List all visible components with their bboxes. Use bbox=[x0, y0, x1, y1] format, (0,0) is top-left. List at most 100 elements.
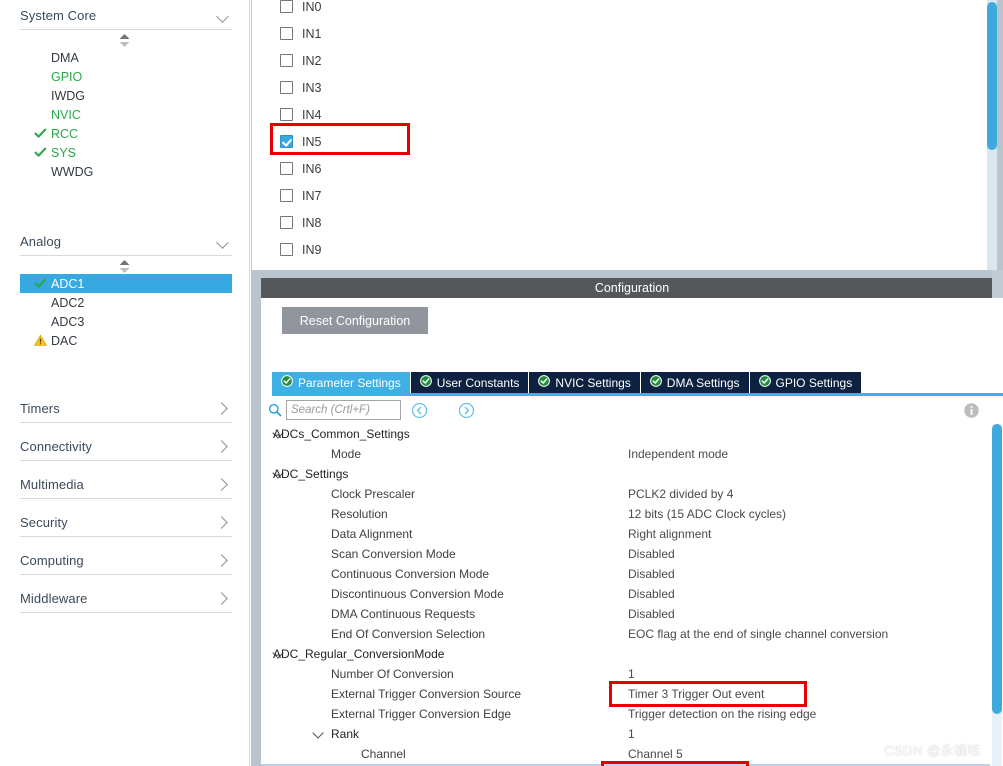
tree-param-row[interactable]: External Trigger Conversion Source Timer … bbox=[261, 684, 990, 704]
channel-scrollbar-thumb[interactable] bbox=[987, 2, 997, 150]
sidebar-item-dac[interactable]: DAC bbox=[20, 331, 232, 350]
parameter-value[interactable]: Timer 3 Trigger Out event bbox=[628, 687, 764, 701]
sidebar-category-security[interactable]: Security bbox=[20, 509, 232, 537]
sidebar-category-multimedia[interactable]: Multimedia bbox=[20, 471, 232, 499]
tree-param-row[interactable]: Channel Channel 5 bbox=[261, 744, 990, 764]
chevron-right-circle-icon[interactable] bbox=[458, 402, 475, 419]
tree-group-row[interactable]: ADCs_Common_Settings bbox=[261, 424, 990, 444]
checkbox-icon[interactable] bbox=[280, 243, 293, 256]
parameter-value[interactable]: 12 bits (15 ADC Clock cycles) bbox=[628, 507, 786, 521]
chevron-down-icon[interactable] bbox=[313, 728, 325, 740]
parameter-value[interactable]: EOC flag at the end of single channel co… bbox=[628, 627, 888, 641]
tree-param-row[interactable]: External Trigger Conversion Edge Trigger … bbox=[261, 704, 990, 724]
category-title: Security bbox=[20, 515, 68, 530]
tree-param-row[interactable]: Data Alignment Right alignment bbox=[261, 524, 990, 544]
sidebar-item-wwdg[interactable]: WWDG bbox=[20, 162, 232, 181]
parameter-value[interactable]: Disabled bbox=[628, 587, 675, 601]
channel-row-in5[interactable]: IN5 bbox=[280, 128, 321, 155]
tree-param-row[interactable]: Number Of Conversion 1 bbox=[261, 664, 990, 684]
checkbox-icon[interactable] bbox=[280, 54, 293, 67]
tab-nvic-settings[interactable]: NVIC Settings bbox=[529, 372, 641, 393]
sidebar-item-adc3[interactable]: ADC3 bbox=[20, 312, 232, 331]
sidebar-category-connectivity[interactable]: Connectivity bbox=[20, 433, 232, 461]
sidebar-category-timers[interactable]: Timers bbox=[20, 395, 232, 423]
channel-label: IN9 bbox=[302, 242, 322, 257]
channel-row-in9[interactable]: IN9 bbox=[280, 236, 321, 263]
channel-row-in7[interactable]: IN7 bbox=[280, 182, 321, 209]
category-header[interactable]: Middleware bbox=[20, 585, 232, 613]
tree-param-row[interactable]: Scan Conversion Mode Disabled bbox=[261, 544, 990, 564]
tree-param-row[interactable]: DMA Continuous Requests Disabled bbox=[261, 604, 990, 624]
info-circle-icon[interactable] bbox=[963, 402, 980, 419]
parameter-value[interactable]: Trigger detection on the rising edge bbox=[628, 707, 816, 721]
parameter-value[interactable]: 1 bbox=[628, 667, 635, 681]
tree-group-row[interactable]: Rank 1 bbox=[261, 724, 990, 744]
parameter-value[interactable]: PCLK2 divided by 4 bbox=[628, 487, 733, 501]
category-header[interactable]: Analog bbox=[20, 228, 232, 256]
tree-param-row[interactable]: End Of Conversion Selection EOC flag at t… bbox=[261, 624, 990, 644]
tree-param-row[interactable]: Discontinuous Conversion Mode Disabled bbox=[261, 584, 990, 604]
checkbox-icon[interactable] bbox=[280, 108, 293, 121]
channel-row-in4[interactable]: IN4 bbox=[280, 101, 321, 128]
scroll-spinner[interactable] bbox=[119, 260, 133, 273]
parameter-value[interactable]: Disabled bbox=[628, 567, 675, 581]
search-input[interactable] bbox=[286, 400, 401, 420]
tree-param-row[interactable]: Resolution 12 bits (15 ADC Clock cycles) bbox=[261, 504, 990, 524]
sidebar-item-gpio[interactable]: GPIO bbox=[20, 67, 232, 86]
checkbox-icon[interactable] bbox=[280, 189, 293, 202]
search-row bbox=[261, 398, 1003, 424]
channel-row-in1[interactable]: IN1 bbox=[280, 20, 321, 47]
tab-gpio-settings[interactable]: GPIO Settings bbox=[749, 372, 863, 393]
tab-dma-settings[interactable]: DMA Settings bbox=[640, 372, 750, 393]
chevron-right-icon bbox=[216, 592, 230, 606]
configuration-body: Reset Configuration Parameter Settings Us… bbox=[261, 298, 1003, 766]
peripheral-label: ADC3 bbox=[51, 314, 85, 329]
reset-configuration-button[interactable]: Reset Configuration bbox=[282, 307, 428, 334]
sidebar-category-analog[interactable]: Analog bbox=[20, 228, 232, 256]
parameter-value[interactable]: Channel 5 bbox=[628, 747, 683, 761]
sidebar-item-nvic[interactable]: NVIC bbox=[20, 105, 232, 124]
category-header[interactable]: Timers bbox=[20, 395, 232, 423]
tab-user-constants[interactable]: User Constants bbox=[410, 372, 530, 393]
sidebar-item-rcc[interactable]: RCC bbox=[20, 124, 232, 143]
chevron-left-circle-icon[interactable] bbox=[411, 402, 428, 419]
channel-row-in6[interactable]: IN6 bbox=[280, 155, 321, 182]
checkbox-icon[interactable] bbox=[280, 27, 293, 40]
checkbox-icon[interactable] bbox=[280, 81, 293, 94]
sidebar-item-adc1[interactable]: ADC1 bbox=[20, 274, 232, 293]
checkbox-checked-icon[interactable] bbox=[280, 135, 293, 148]
tree-param-row[interactable]: Continuous Conversion Mode Disabled bbox=[261, 564, 990, 584]
category-header[interactable]: System Core bbox=[20, 2, 232, 30]
parameter-value[interactable]: Right alignment bbox=[628, 527, 711, 541]
checkbox-icon[interactable] bbox=[280, 162, 293, 175]
sidebar-item-sys[interactable]: SYS bbox=[20, 143, 232, 162]
parameter-value[interactable]: Disabled bbox=[628, 547, 675, 561]
category-title: Timers bbox=[20, 401, 60, 416]
category-header[interactable]: Computing bbox=[20, 547, 232, 575]
category-header[interactable]: Security bbox=[20, 509, 232, 537]
channel-row-in3[interactable]: IN3 bbox=[280, 74, 321, 101]
sidebar-category-middleware[interactable]: Middleware bbox=[20, 585, 232, 613]
sidebar-item-dma[interactable]: DMA bbox=[20, 48, 232, 67]
parameter-value[interactable]: Independent mode bbox=[628, 447, 728, 461]
sidebar-item-iwdg[interactable]: IWDG bbox=[20, 86, 232, 105]
tree-group-row[interactable]: ADC_Settings bbox=[261, 464, 990, 484]
parameter-value[interactable]: 1 bbox=[628, 727, 635, 741]
channel-row-in0[interactable]: IN0 bbox=[280, 0, 321, 20]
tab-parameter-settings[interactable]: Parameter Settings bbox=[272, 372, 411, 393]
category-header[interactable]: Multimedia bbox=[20, 471, 232, 499]
category-header[interactable]: Connectivity bbox=[20, 433, 232, 461]
channel-row-in8[interactable]: IN8 bbox=[280, 209, 321, 236]
tree-param-row[interactable]: Mode Independent mode bbox=[261, 444, 990, 464]
checkbox-icon[interactable] bbox=[280, 216, 293, 229]
tree-param-row[interactable]: Clock Prescaler PCLK2 divided by 4 bbox=[261, 484, 990, 504]
parameter-value[interactable]: Disabled bbox=[628, 607, 675, 621]
sidebar-item-adc2[interactable]: ADC2 bbox=[20, 293, 232, 312]
sidebar-category-computing[interactable]: Computing bbox=[20, 547, 232, 575]
checkbox-icon[interactable] bbox=[280, 0, 293, 13]
parameter-scrollbar-thumb[interactable] bbox=[992, 424, 1002, 714]
sidebar-category-system-core[interactable]: System Core bbox=[20, 2, 232, 30]
tree-group-row[interactable]: ADC_Regular_ConversionMode bbox=[261, 644, 990, 664]
scroll-spinner[interactable] bbox=[119, 34, 133, 47]
channel-row-in2[interactable]: IN2 bbox=[280, 47, 321, 74]
